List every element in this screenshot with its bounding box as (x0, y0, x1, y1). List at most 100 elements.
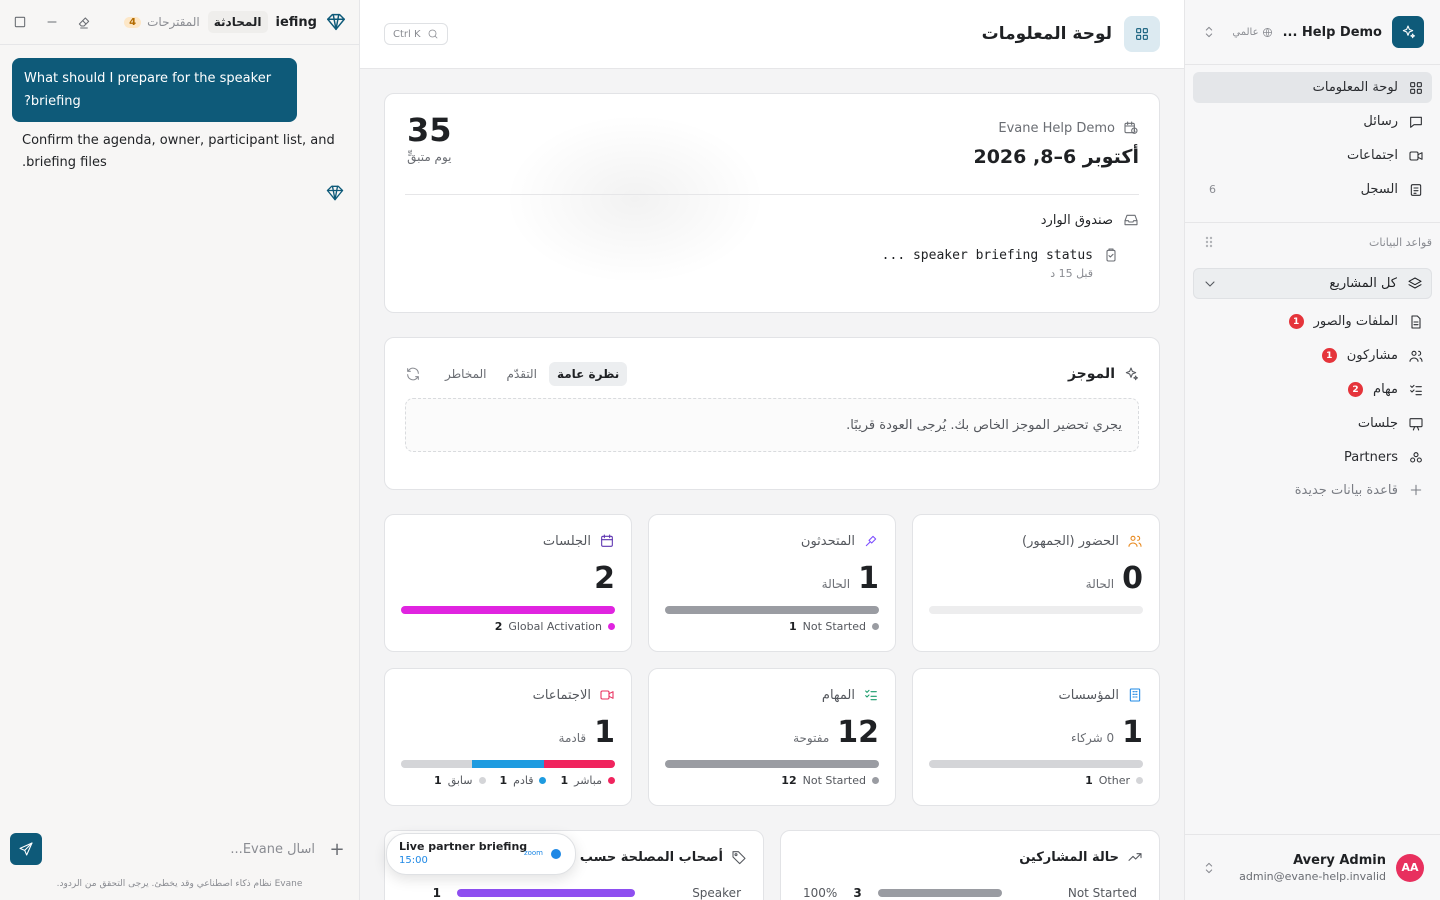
legend-item: Global Activation 2 (495, 620, 615, 633)
stat-title: الحضور (الجمهور) (1022, 533, 1119, 549)
send-button[interactable] (10, 833, 42, 865)
legend-item: Not Started 12 (781, 774, 879, 787)
briefing-card: الموجز نظرة عامة التقدّم المخاطر يجري تح… (384, 337, 1160, 490)
card-title: حالة المشاركين (1019, 849, 1119, 865)
clipboard-icon (1103, 247, 1119, 263)
card-header: حالة المشاركين (1019, 849, 1143, 865)
workspace-name: Help Demo ... (1282, 24, 1382, 40)
inbox-message[interactable]: speaker briefing status ... قبل 15 د (882, 247, 1119, 280)
stat-value: 12 مفتوحة (793, 715, 879, 751)
tab-overview[interactable]: نظرة عامة (548, 362, 628, 386)
legend-dot (1136, 777, 1143, 784)
new-database-label: قاعدة بيانات جديدة (1294, 482, 1398, 498)
stat-legend: Not Started 1 (789, 620, 879, 633)
live-dot-icon (551, 849, 561, 859)
stat-header: المهام (822, 687, 879, 703)
stat-header: الاجتماعات (533, 687, 615, 703)
stat-bar (929, 606, 1143, 614)
db-item-files[interactable]: الملفات والصور 1 (1193, 306, 1432, 337)
stat-card-organizations[interactable]: المؤسسات 1 0 شركاء Other 1 (912, 668, 1160, 806)
stat-bar-segment (472, 760, 544, 768)
minimize-icon[interactable] (44, 14, 60, 30)
message-icon (1408, 114, 1424, 130)
briefing-title: الموجز (1067, 366, 1115, 382)
legend-dot (539, 777, 547, 784)
assistant-header: iefing المحادثة المقترحات 4 (0, 0, 359, 45)
db-item-sessions[interactable]: جلسات (1193, 408, 1432, 439)
drag-handle-icon[interactable] (1201, 234, 1217, 250)
user-menu[interactable]: AA Avery Admin admin@evane-help.invalid (1185, 834, 1440, 900)
project-selector[interactable]: كل المشاريع (1193, 268, 1432, 299)
audience-icon (1127, 533, 1143, 549)
assistant-panel: iefing المحادثة المقترحات 4 What should I… (0, 0, 360, 900)
stat-card-meetings[interactable]: الاجتماعات 1 قادمة مباشر 1 قادم 1 سابق 1 (384, 668, 632, 806)
user-info: Avery Admin admin@evane-help.invalid (1239, 853, 1386, 883)
stat-value: 1 قادمة (559, 715, 615, 751)
new-database-button[interactable]: قاعدة بيانات جديدة (1201, 482, 1424, 498)
stat-bar (401, 606, 615, 614)
page-header: لوحة المعلومات Ctrl K (360, 0, 1184, 69)
legend-item: مباشر 1 (560, 774, 615, 787)
db-badge: 1 (1288, 314, 1304, 329)
nav-item-log[interactable]: السجل 6 (1193, 174, 1432, 205)
stat-card-speakers[interactable]: المتحدثون 1 الحالة Not Started 1 (648, 514, 896, 652)
db-item-participants[interactable]: مشاركون 1 (1193, 340, 1432, 371)
stat-bar-segment (665, 760, 879, 768)
event-org: Evane Help Demo (998, 120, 1139, 136)
workspace-switcher[interactable]: Help Demo ... عالمي (1201, 16, 1424, 48)
legend-value: 1 (499, 774, 508, 787)
event-card: Evane Help Demo أكتوبر 6–8, 2026 35 يوم … (384, 93, 1160, 313)
nav-item-meetings[interactable]: اجتماعات (1193, 140, 1432, 171)
legend-value: 1 (560, 774, 569, 787)
inbox-label: صندوق الوارد (1040, 212, 1113, 228)
stat-title: الجلسات (542, 533, 591, 549)
legend-dot (478, 777, 486, 784)
calendar-icon (599, 533, 615, 549)
status-count: 3 (853, 886, 862, 900)
speaker-icon (863, 533, 879, 549)
divider (1185, 222, 1440, 223)
card-header: أصحاب المصلحة حسب الـ (562, 849, 747, 865)
nav-item-messages[interactable]: رسائل (1193, 106, 1432, 137)
stat-header: الجلسات (543, 533, 615, 549)
stat-number: 1 (1122, 715, 1143, 750)
status-percent: 100% (803, 886, 838, 900)
stat-card-tasks[interactable]: المهام 12 مفتوحة Not Started 12 (648, 668, 896, 806)
legend-label: Global Activation (508, 620, 602, 633)
chevron-updown-icon[interactable] (1201, 24, 1217, 40)
participants-status-card[interactable]: حالة المشاركين Not Started 3 100% (780, 830, 1160, 900)
eraser-icon[interactable] (76, 14, 92, 30)
stat-value: 2 (586, 561, 615, 597)
inbox-header[interactable]: صندوق الوارد (1041, 212, 1139, 228)
stat-sub: الحالة (821, 577, 851, 591)
db-label: Partners (1343, 450, 1398, 465)
checklist-icon (863, 687, 879, 703)
plus-icon (1408, 482, 1424, 498)
db-item-tasks[interactable]: مهام 2 (1193, 374, 1432, 405)
stat-number: 12 (837, 715, 879, 750)
stat-title: المؤسسات (1058, 687, 1120, 703)
nav-item-dashboard[interactable]: لوحة المعلومات (1193, 72, 1432, 103)
stat-card-sessions[interactable]: الجلسات 2 Global Activation 2 (384, 514, 632, 652)
tab-conversation[interactable]: المحادثة (207, 11, 268, 33)
tab-suggestions[interactable]: المقترحات 4 (124, 15, 200, 29)
stat-card-attendance[interactable]: الحضور (الجمهور) 0 الحالة (912, 514, 1160, 652)
live-meeting-toast[interactable]: Live partner briefing 15:00 zoom (386, 833, 576, 875)
stat-bar (401, 760, 615, 768)
legend-value: 1 (434, 774, 442, 787)
search-button[interactable]: Ctrl K (384, 23, 448, 45)
legend-value: 2 (494, 620, 503, 633)
add-attachment-button[interactable]: + (327, 839, 347, 860)
chat-input[interactable] (54, 841, 315, 857)
expand-icon[interactable] (12, 14, 28, 30)
event-dates: أكتوبر 6–8, 2026 (973, 146, 1139, 168)
inbox-item-title: speaker briefing status ... (881, 247, 1093, 263)
tab-risks[interactable]: المخاطر (437, 362, 495, 386)
partners-icon (1408, 450, 1424, 466)
refresh-icon[interactable] (405, 366, 421, 382)
decorative-glow (505, 114, 765, 284)
db-label: مهام (1373, 382, 1398, 397)
tab-progress[interactable]: التقدّم (499, 362, 545, 386)
db-item-partners[interactable]: Partners (1193, 442, 1432, 473)
divider (1185, 64, 1440, 65)
